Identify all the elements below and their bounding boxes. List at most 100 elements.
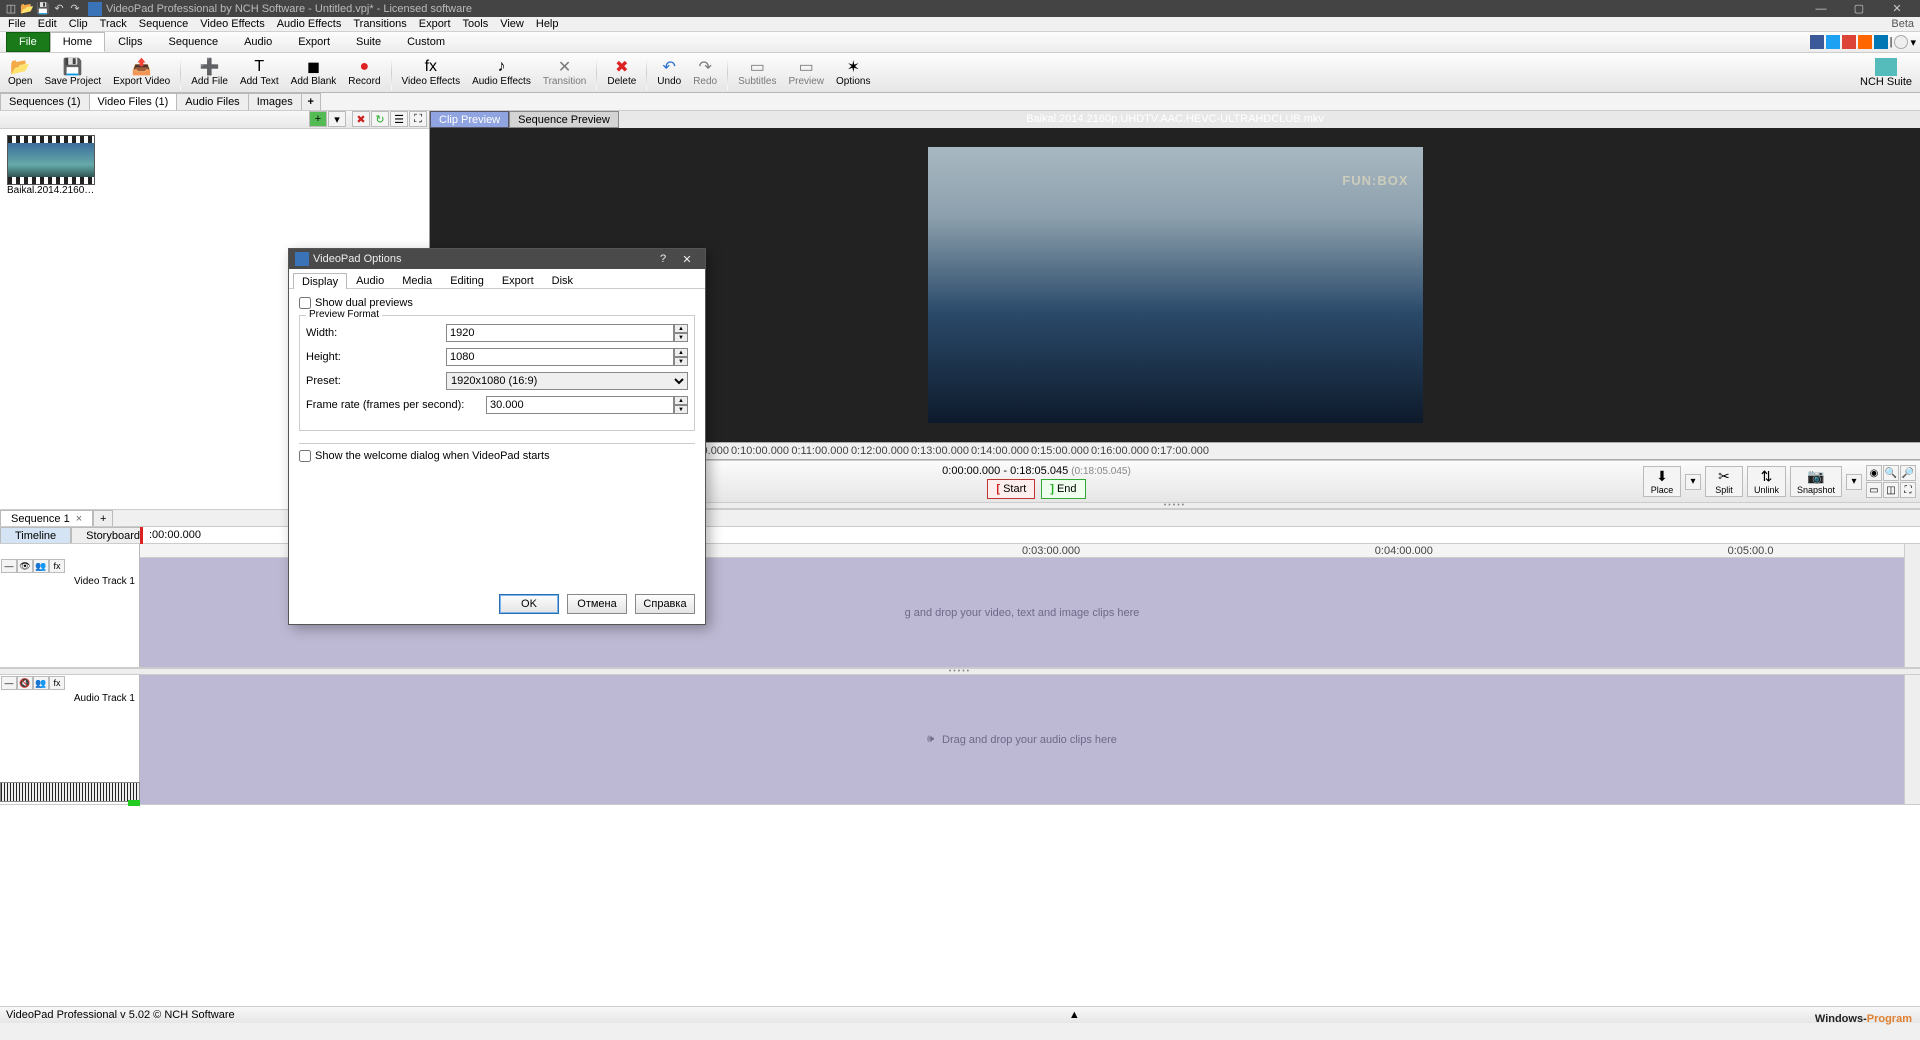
- qat-redo-icon[interactable]: ↷: [68, 2, 82, 16]
- snapshot-dropdown[interactable]: ▾: [1846, 474, 1862, 490]
- zoomout-button[interactable]: 🔎: [1900, 465, 1916, 481]
- track-collapse-icon[interactable]: —: [1, 676, 17, 690]
- menu-track[interactable]: Track: [94, 17, 133, 32]
- spin-down-icon[interactable]: ▼: [674, 357, 688, 366]
- dlgtab-editing[interactable]: Editing: [441, 272, 493, 288]
- menu-clip[interactable]: Clip: [63, 17, 94, 32]
- twitter-icon[interactable]: [1826, 35, 1840, 49]
- track-mute-icon[interactable]: 🔇: [17, 676, 33, 690]
- qat-undo-icon[interactable]: ↶: [52, 2, 66, 16]
- subtab-timeline[interactable]: Timeline: [0, 527, 71, 543]
- ribbon-custom[interactable]: Custom: [394, 32, 458, 52]
- splitter-tracks[interactable]: •••••: [0, 668, 1920, 675]
- menu-file[interactable]: File: [2, 17, 32, 32]
- rss-icon[interactable]: [1858, 35, 1872, 49]
- track-collapse-icon[interactable]: —: [1, 559, 17, 573]
- delete-button[interactable]: ✖Delete: [601, 54, 642, 92]
- spin-down-icon[interactable]: ▼: [674, 405, 688, 414]
- add-blank-button[interactable]: ◼Add Blank: [285, 54, 343, 92]
- fullscreen-button[interactable]: ⛶: [1900, 482, 1916, 498]
- ribbon-export[interactable]: Export: [285, 32, 343, 52]
- ribbon-suite[interactable]: Suite: [343, 32, 394, 52]
- record-button[interactable]: ●Record: [342, 54, 386, 92]
- place-button[interactable]: ⬇Place: [1643, 466, 1681, 497]
- bin-refresh-icon[interactable]: ↻: [371, 111, 389, 127]
- spin-up-icon[interactable]: ▲: [674, 348, 688, 357]
- bin-expand-icon[interactable]: ⛶: [409, 111, 427, 127]
- help-dropdown-icon[interactable]: ▾: [1910, 36, 1916, 49]
- scrollbar-v[interactable]: [1904, 544, 1920, 558]
- qat-new-icon[interactable]: ◫: [4, 2, 18, 16]
- linkedin-icon[interactable]: [1874, 35, 1888, 49]
- dual-preview-checkbox[interactable]: Show dual previews: [299, 297, 695, 309]
- spin-up-icon[interactable]: ▲: [674, 396, 688, 405]
- place-dropdown[interactable]: ▾: [1685, 474, 1701, 490]
- mode1-button[interactable]: ▭: [1866, 482, 1882, 498]
- dlgtab-export[interactable]: Export: [493, 272, 543, 288]
- bin-tab-audiofiles[interactable]: Audio Files: [176, 93, 248, 110]
- nch-suite-button[interactable]: NCH Suite: [1854, 58, 1918, 88]
- dlgtab-media[interactable]: Media: [393, 272, 441, 288]
- split-button[interactable]: ✂Split: [1705, 466, 1743, 497]
- welcome-checkbox[interactable]: Show the welcome dialog when VideoPad st…: [299, 450, 695, 462]
- menu-audio-effects[interactable]: Audio Effects: [271, 17, 348, 32]
- spin-down-icon[interactable]: ▼: [674, 333, 688, 342]
- end-button[interactable]: ]End: [1041, 479, 1085, 499]
- ribbon-sequence[interactable]: Sequence: [156, 32, 232, 52]
- menu-help[interactable]: Help: [530, 17, 565, 32]
- video-effects-button[interactable]: fxVideo Effects: [396, 54, 467, 92]
- track-solo-icon[interactable]: 👥: [33, 676, 49, 690]
- menu-export[interactable]: Export: [413, 17, 457, 32]
- ribbon-home[interactable]: Home: [50, 32, 105, 52]
- menu-transitions[interactable]: Transitions: [347, 17, 412, 32]
- ribbon-clips[interactable]: Clips: [105, 32, 155, 52]
- clip-thumbnail[interactable]: Baikal.2014.2160p.U...: [6, 135, 96, 196]
- scrollbar-v[interactable]: [1904, 675, 1920, 804]
- bin-tab-images[interactable]: Images: [248, 93, 302, 110]
- fps-input[interactable]: [486, 396, 674, 414]
- menu-tools[interactable]: Tools: [457, 17, 495, 32]
- vr-button[interactable]: ◉: [1866, 465, 1882, 481]
- height-input[interactable]: [446, 348, 674, 366]
- ok-button[interactable]: OK: [499, 594, 559, 614]
- width-input[interactable]: [446, 324, 674, 342]
- track-visible-icon[interactable]: 👁: [17, 559, 33, 573]
- unlink-button[interactable]: ⇅Unlink: [1747, 466, 1786, 497]
- sequence-tab[interactable]: Sequence 1×: [0, 510, 93, 526]
- menu-sequence[interactable]: Sequence: [133, 17, 195, 32]
- menu-video-effects[interactable]: Video Effects: [194, 17, 270, 32]
- bin-tab-videofiles[interactable]: Video Files (1): [89, 93, 178, 110]
- dialog-help-icon[interactable]: ?: [651, 253, 675, 265]
- add-text-button[interactable]: TAdd Text: [234, 54, 285, 92]
- menu-edit[interactable]: Edit: [32, 17, 63, 32]
- snapshot-button[interactable]: 📷Snapshot: [1790, 466, 1842, 497]
- bin-list-icon[interactable]: ☰: [390, 111, 408, 127]
- mode2-button[interactable]: ◫: [1883, 482, 1899, 498]
- dialog-close-icon[interactable]: ✕: [675, 253, 699, 266]
- open-button[interactable]: 📂Open: [2, 54, 38, 92]
- ribbon-audio[interactable]: Audio: [231, 32, 285, 52]
- dlgtab-audio[interactable]: Audio: [347, 272, 393, 288]
- save-project-button[interactable]: 💾Save Project: [38, 54, 107, 92]
- undo-button[interactable]: ↶Undo: [651, 54, 687, 92]
- bin-add-icon[interactable]: +: [309, 111, 327, 127]
- bin-delete-icon[interactable]: ✖: [352, 111, 370, 127]
- ribbon-file[interactable]: File: [6, 32, 50, 52]
- status-grip-icon[interactable]: ▲: [1069, 1009, 1080, 1021]
- bin-tab-sequences[interactable]: Sequences (1): [0, 93, 90, 110]
- googleplus-icon[interactable]: [1842, 35, 1856, 49]
- close-icon[interactable]: ×: [76, 513, 82, 525]
- dlgtab-disk[interactable]: Disk: [543, 272, 582, 288]
- options-button[interactable]: ✶Options: [830, 54, 876, 92]
- dialog-titlebar[interactable]: VideoPad Options ? ✕: [289, 249, 705, 269]
- dlgtab-display[interactable]: Display: [293, 273, 347, 289]
- audio-track-dropzone[interactable]: 🕪 Drag and drop your audio clips here: [140, 675, 1904, 804]
- spin-up-icon[interactable]: ▲: [674, 324, 688, 333]
- scrollbar-v[interactable]: [1904, 558, 1920, 667]
- export-video-button[interactable]: 📤Export Video: [107, 54, 176, 92]
- qat-open-icon[interactable]: 📂: [20, 2, 34, 16]
- preset-select[interactable]: 1920x1080 (16:9): [446, 372, 688, 390]
- facebook-icon[interactable]: [1810, 35, 1824, 49]
- add-file-button[interactable]: ➕Add File: [185, 54, 234, 92]
- qat-save-icon[interactable]: 💾: [36, 2, 50, 16]
